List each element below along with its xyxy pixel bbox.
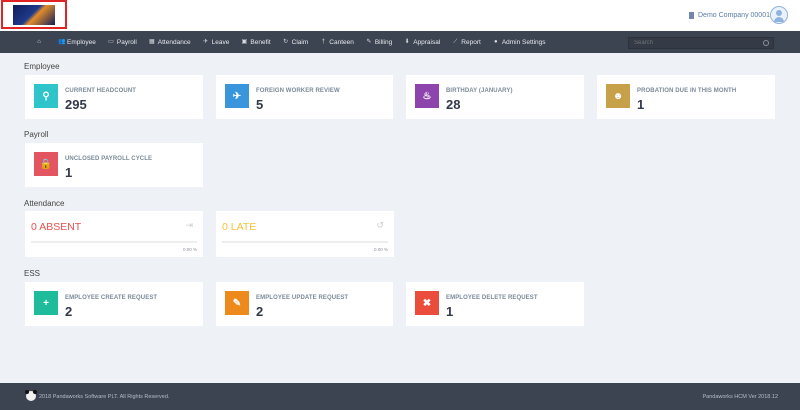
card-employee-create-request[interactable]: + EMPLOYEE CREATE REQUEST 2 (25, 282, 203, 326)
search-box[interactable] (628, 37, 774, 49)
nav-claim[interactable]: ↻ Claim (277, 31, 315, 53)
refresh-icon: ↻ (283, 38, 289, 45)
late-label: LATE (230, 221, 257, 233)
pencil-icon: ✎ (225, 291, 249, 315)
nav-home[interactable]: ⌂ (26, 31, 52, 53)
logo-image (13, 5, 55, 25)
cake-icon: ♨ (415, 84, 439, 108)
header: Demo Company 00001 (0, 0, 800, 31)
lock-icon: 🔒 (34, 152, 58, 176)
nav-appraisal[interactable]: ⬇ Appraisal (398, 31, 446, 53)
plane-icon: ✈ (225, 84, 249, 108)
card-birthday[interactable]: ♨ BIRTHDAY (JANUARY) 28 (406, 75, 584, 119)
nav-report[interactable]: ⟋ Report (446, 31, 487, 53)
company-logo[interactable] (1, 0, 67, 29)
nav-attendance[interactable]: ▦ Attendance (143, 31, 197, 53)
nav-payroll[interactable]: ▭ Payroll (102, 31, 143, 53)
absent-progress-bar (31, 241, 197, 243)
plane-icon: ✈ (203, 38, 209, 45)
card-employee-update-request[interactable]: ✎ EMPLOYEE UPDATE REQUEST 2 (216, 282, 393, 326)
card-unclosed-payroll-cycle[interactable]: 🔒 UNCLOSED PAYROLL CYCLE 1 (25, 143, 203, 187)
group-icon: ☻ (606, 84, 630, 108)
users-icon: 👥 (58, 38, 66, 45)
plus-icon: + (34, 291, 58, 315)
panda-icon (25, 390, 37, 401)
money-icon: ▭ (108, 38, 114, 45)
nav-leave[interactable]: ✈ Leave (197, 31, 236, 53)
late-percent: 0.00 % (373, 247, 388, 252)
avatar[interactable] (770, 6, 788, 24)
person-icon: ⚲ (34, 84, 58, 108)
footer: 2018 Pandaworks Software PLT. All Rights… (0, 383, 800, 410)
late-count: 0 (222, 221, 228, 233)
copyright-text: 2018 Pandaworks Software PLT. All Rights… (39, 394, 170, 400)
nav-canteen[interactable]: † Canteen (314, 31, 360, 53)
company-name: Demo Company 00001 (698, 12, 770, 19)
card-probation-due[interactable]: ☻ PROBATION DUE IN THIS MONTH 1 (597, 75, 775, 119)
absent-label: ABSENT (39, 221, 82, 233)
card-foreign-worker-review[interactable]: ✈ FOREIGN WORKER REVIEW 5 (216, 75, 393, 119)
chart-icon: ⟋ (453, 38, 458, 45)
building-icon (689, 12, 694, 19)
section-payroll-title: Payroll (24, 130, 49, 139)
company-selector[interactable]: Demo Company 00001 (689, 12, 770, 19)
nav-admin-settings[interactable]: ● Admin Settings (487, 31, 552, 53)
search-input[interactable] (634, 40, 759, 46)
card-current-headcount[interactable]: ⚲ CURRENT HEADCOUNT 295 (25, 75, 203, 119)
utensils-icon: † (321, 38, 325, 45)
card-employee-delete-request[interactable]: ✖ EMPLOYEE DELETE REQUEST 1 (406, 282, 584, 326)
section-attendance-title: Attendance (24, 199, 65, 208)
times-icon: ✖ (415, 291, 439, 315)
edit-icon: ✎ (366, 38, 372, 45)
user-cog-icon: ● (494, 38, 498, 45)
section-employee-title: Employee (24, 62, 60, 71)
history-icon: ↺ (376, 220, 384, 230)
nav-employee[interactable]: 👥 Employee (52, 31, 102, 53)
nav-benefit[interactable]: ▣ Benefit (235, 31, 276, 53)
search-icon[interactable] (763, 40, 769, 46)
absent-percent: 0.00 % (182, 247, 197, 252)
absent-count: 0 (31, 221, 37, 233)
thumb-icon: ⬇ (404, 38, 410, 45)
card-late[interactable]: 0 LATE ↺ 0.00 % (216, 211, 394, 257)
gift-icon: ▣ (241, 38, 248, 45)
nav-billing[interactable]: ✎ Billing (360, 31, 398, 53)
version-text: Pandaworks HCM Ver 2018.12 (702, 394, 778, 400)
section-ess-title: ESS (24, 269, 41, 278)
card-absent[interactable]: 0 ABSENT ⇥ 0.00 % (25, 211, 203, 257)
late-progress-bar (222, 241, 388, 243)
home-icon: ⌂ (37, 38, 41, 45)
calendar-icon: ▦ (148, 38, 155, 45)
sign-out-icon: ⇥ (185, 220, 193, 230)
